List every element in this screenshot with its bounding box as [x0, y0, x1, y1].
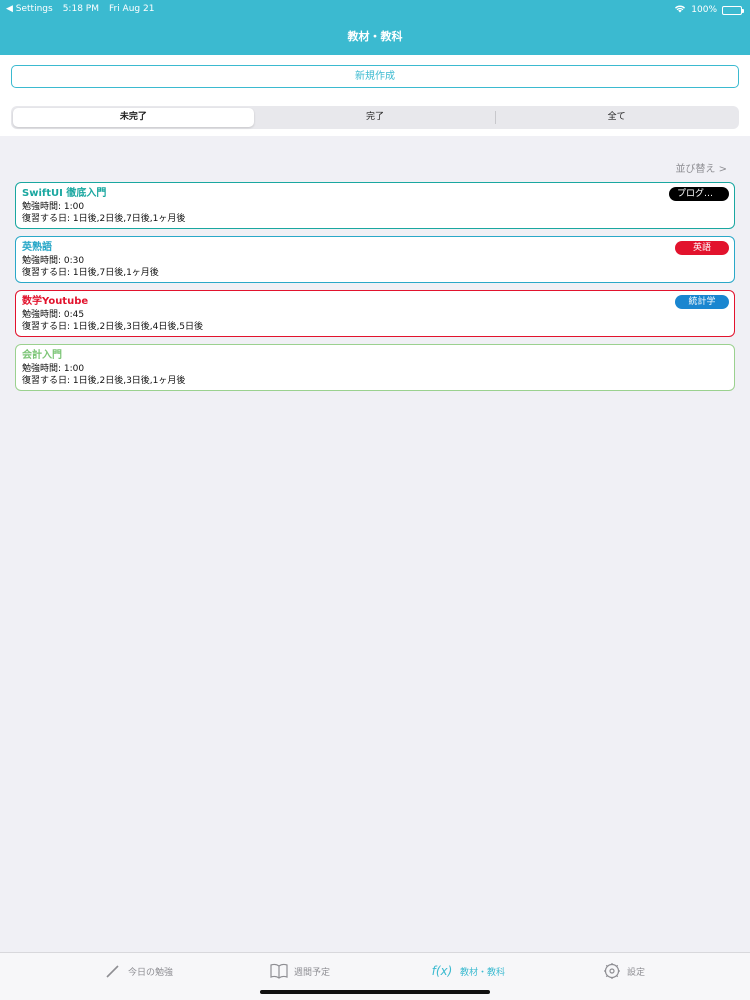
- item-title: 数学Youtube: [22, 296, 89, 307]
- item-study-time: 勉強時間: 0:30: [22, 256, 85, 266]
- status-bar: ◀ Settings 5:18 PM Fri Aug 21 100%: [0, 0, 750, 18]
- item-review-days: 復習する日: 1日後,2日後,3日後,4日後,5日後: [22, 322, 203, 332]
- item-study-time: 勉強時間: 1:00: [22, 364, 85, 374]
- item-review-days: 復習する日: 1日後,7日後,1ヶ月後: [22, 268, 159, 278]
- segment-2[interactable]: 全て: [496, 108, 737, 127]
- list-item[interactable]: 会計入門勉強時間: 1:00 復習する日: 1日後,2日後,3日後,1ヶ月後: [15, 344, 735, 391]
- home-indicator: [260, 990, 490, 994]
- page-title: 教材・教科: [347, 30, 403, 43]
- list-item[interactable]: 数学Youtube 勉強時間: 0:45 復習する日: 1日後,2日後,3日後,4日…: [15, 290, 735, 337]
- item-study-time: 勉強時間: 0:45: [22, 310, 85, 320]
- tab-label: 週間予定: [294, 967, 331, 978]
- item-study-time: 勉強時間: 1:00: [22, 202, 85, 212]
- navigation-bar: ◀ Settings 5:18 PM Fri Aug 21 100% 教材・教科: [0, 0, 750, 55]
- subject-tag: 英語: [675, 241, 729, 255]
- status-time: 5:18 PM: [62, 4, 99, 14]
- tab-label: 今日の勉強: [128, 967, 174, 978]
- subject-tag: プログラミング: [669, 187, 729, 201]
- status-filter-segmented-control: 未完了 完了 全て: [11, 106, 739, 129]
- item-title: SwiftUI 徹底入門: [22, 188, 107, 199]
- segment-1[interactable]: 完了: [255, 108, 496, 127]
- tab-label: 教材・教科: [460, 967, 506, 978]
- material-list: SwiftUI 徹底入門 勉強時間: 1:00 復習する日: 1日後,2日後,7日後…: [15, 182, 735, 398]
- tab-0[interactable]: 今日の勉強: [104, 961, 173, 981]
- new-item-button[interactable]: 新規作成: [11, 65, 739, 88]
- segment-0[interactable]: 未完了: [13, 108, 254, 127]
- list-item[interactable]: SwiftUI 徹底入門 勉強時間: 1:00 復習する日: 1日後,2日後,7日後…: [15, 182, 735, 229]
- battery-percentage: 100%: [691, 5, 717, 15]
- tab-1[interactable]: 週間予定: [270, 961, 330, 981]
- item-review-days: 復習する日: 1日後,2日後,7日後,1ヶ月後: [22, 214, 186, 224]
- tab-label: 設定: [627, 967, 646, 978]
- tab-3[interactable]: 設定: [603, 961, 645, 981]
- status-date: Fri Aug 21: [108, 4, 155, 14]
- function-icon: f(x): [431, 964, 453, 978]
- book-icon: [270, 962, 288, 980]
- item-title: 会計入門: [22, 350, 62, 361]
- sort-button[interactable]: 並び替え >: [675, 160, 727, 175]
- item-title: 英熟語: [22, 242, 52, 253]
- gear-icon: [603, 962, 621, 980]
- subject-tag: 統計学: [675, 295, 729, 309]
- list-item[interactable]: 英熟語勉強時間: 0:30 復習する日: 1日後,7日後,1ヶ月後 英語: [15, 236, 735, 283]
- back-to-settings[interactable]: ◀ Settings: [6, 4, 53, 14]
- wifi-icon: [674, 4, 686, 16]
- tab-2[interactable]: f(x) 教材・教科: [430, 961, 505, 981]
- item-review-days: 復習する日: 1日後,2日後,3日後,1ヶ月後: [22, 376, 186, 386]
- battery-icon: [722, 5, 744, 15]
- pencil-icon: [104, 962, 122, 980]
